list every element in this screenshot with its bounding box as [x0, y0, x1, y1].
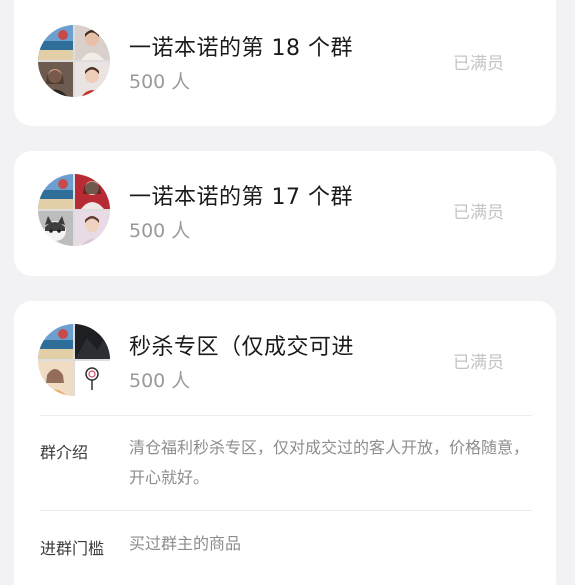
woman-portrait-icon: [75, 174, 110, 209]
cat-photo-icon: [38, 211, 73, 246]
group-avatar: [38, 324, 110, 396]
group-card-18[interactable]: 一诺本诺的第 18 个群 500 人 已满员: [14, 0, 556, 126]
member-count: 500 人: [129, 370, 191, 392]
woman-portrait-icon: [75, 211, 110, 246]
beach-photo-icon: [38, 174, 73, 209]
group-title: 一诺本诺的第 17 个群: [129, 185, 353, 210]
group-header[interactable]: 一诺本诺的第 18 个群 500 人 已满员: [14, 15, 556, 107]
group-intro-text: 清仓福利秒杀专区，仅对成交过的客人开放，价格随意，开心就好。: [129, 438, 530, 487]
divider: [40, 510, 532, 511]
group-full-status: 已满员: [453, 353, 504, 373]
group-title: 秒杀专区（仅成交可进: [129, 335, 355, 360]
member-count: 500 人: [129, 220, 191, 242]
dark-avatar-icon: [75, 324, 110, 359]
member-count: 500 人: [129, 71, 191, 93]
join-threshold-label: 进群门槛: [40, 539, 105, 558]
group-avatar: [38, 174, 110, 246]
join-threshold-text: 买过群主的商品: [129, 534, 242, 553]
group-card-17[interactable]: 一诺本诺的第 17 个群 500 人 已满员: [14, 151, 556, 276]
woman-portrait-icon: [38, 62, 73, 97]
group-header[interactable]: 秒杀专区（仅成交可进 500 人 已满员: [14, 314, 556, 406]
group-avatar: [38, 25, 110, 97]
woman-portrait-icon: [75, 25, 110, 60]
woman-portrait-icon: [75, 62, 110, 97]
group-list-page: 一诺本诺的第 18 个群 500 人 已满员 一诺本诺的第 17 个群 500 …: [0, 0, 575, 585]
group-header[interactable]: 一诺本诺的第 17 个群 500 人 已满员: [14, 164, 556, 256]
group-intro-label: 群介绍: [40, 443, 89, 462]
group-full-status: 已满员: [453, 54, 504, 74]
woman-portrait-icon: [38, 361, 73, 396]
beach-photo-icon: [38, 25, 73, 60]
lollipop-icon: [75, 361, 110, 396]
group-full-status: 已满员: [453, 203, 504, 223]
group-title: 一诺本诺的第 18 个群: [129, 36, 353, 61]
beach-photo-icon: [38, 324, 73, 359]
group-card-flash-sale[interactable]: 秒杀专区（仅成交可进 500 人 已满员 群介绍 清仓福利秒杀专区，仅对成交过的…: [14, 301, 556, 585]
divider: [40, 415, 532, 416]
